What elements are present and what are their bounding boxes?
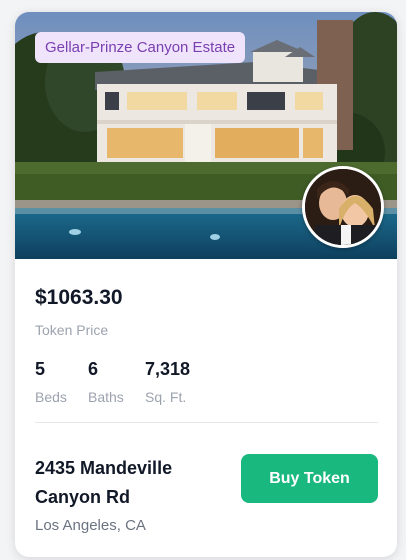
property-photo: Gellar-Prinze Canyon Estate <box>15 12 397 259</box>
divider <box>35 422 378 423</box>
owner-avatar[interactable] <box>302 166 384 248</box>
baths-value: 6 <box>88 359 99 379</box>
beds-value: 5 <box>35 359 46 379</box>
property-address: 2435 Mandeville Canyon Rd <box>35 458 173 507</box>
property-name-badge: Gellar-Prinze Canyon Estate <box>35 32 246 63</box>
token-price: $1063.30 <box>35 286 123 309</box>
property-city: Los Angeles, CA <box>35 517 146 534</box>
token-price-label: Token Price <box>35 322 109 338</box>
sqft-value: 7,318 <box>145 359 191 379</box>
beds-label: Beds <box>35 389 67 405</box>
baths-label: Baths <box>88 389 124 405</box>
buy-token-button[interactable]: Buy Token <box>241 454 378 503</box>
sqft-label: Sq. Ft. <box>145 389 187 405</box>
property-card: Gellar-Prinze Canyon Estate $1063.30 Tok… <box>15 12 397 557</box>
